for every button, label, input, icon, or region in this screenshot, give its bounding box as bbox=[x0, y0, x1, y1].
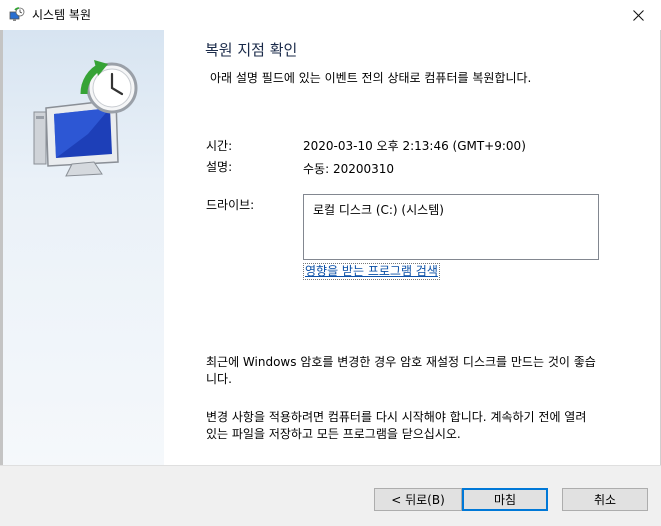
note-line: 변경 사항을 적용하려면 컴퓨터를 다시 시작해야 합니다. 계속하기 전에 열… bbox=[206, 410, 587, 424]
finish-button[interactable]: 마침 bbox=[462, 488, 548, 511]
system-restore-window: 시스템 복원 복원 지점 확인 아래 설명 필드에 있는 이벤트 전의 상태로 … bbox=[0, 0, 661, 526]
drives-label: 드라이브: bbox=[206, 198, 255, 212]
side-banner bbox=[0, 30, 164, 465]
scan-affected-programs-link[interactable]: 영향을 받는 프로그램 검색 bbox=[303, 263, 440, 280]
note-line: 니다. bbox=[206, 372, 232, 386]
list-item[interactable]: 로컬 디스크 (C:) (시스템) bbox=[313, 201, 444, 218]
drives-list[interactable]: 로컬 디스크 (C:) (시스템) bbox=[303, 194, 599, 260]
restart-note: 변경 사항을 적용하려면 컴퓨터를 다시 시작해야 합니다. 계속하기 전에 열… bbox=[206, 409, 646, 443]
window-title: 시스템 복원 bbox=[32, 8, 92, 22]
page-heading: 복원 지점 확인 bbox=[205, 41, 298, 59]
page-subheading: 아래 설명 필드에 있는 이벤트 전의 상태로 컴퓨터를 복원합니다. bbox=[210, 71, 532, 85]
description-value: 수동: 20200310 bbox=[303, 162, 395, 176]
password-reset-note: 최근에 Windows 암호를 변경한 경우 암호 재설정 디스크를 만드는 것… bbox=[206, 354, 646, 388]
time-label: 시간: bbox=[206, 139, 233, 153]
description-label: 설명: bbox=[206, 160, 233, 174]
note-line: 있는 파일을 저장하고 모든 프로그램을 닫으십시오. bbox=[206, 427, 461, 441]
system-restore-icon bbox=[9, 7, 25, 21]
restore-computer-clock-icon bbox=[33, 60, 138, 177]
close-icon bbox=[632, 9, 644, 21]
time-value: 2020-03-10 오후 2:13:46 (GMT+9:00) bbox=[303, 139, 526, 153]
cancel-button[interactable]: 취소 bbox=[562, 488, 648, 511]
note-line: 최근에 Windows 암호를 변경한 경우 암호 재설정 디스크를 만드는 것… bbox=[206, 355, 596, 369]
title-bar[interactable]: 시스템 복원 bbox=[0, 0, 661, 30]
window-edge bbox=[0, 30, 3, 525]
back-button[interactable]: < 뒤로(B) bbox=[374, 488, 462, 511]
close-button[interactable] bbox=[615, 0, 661, 30]
